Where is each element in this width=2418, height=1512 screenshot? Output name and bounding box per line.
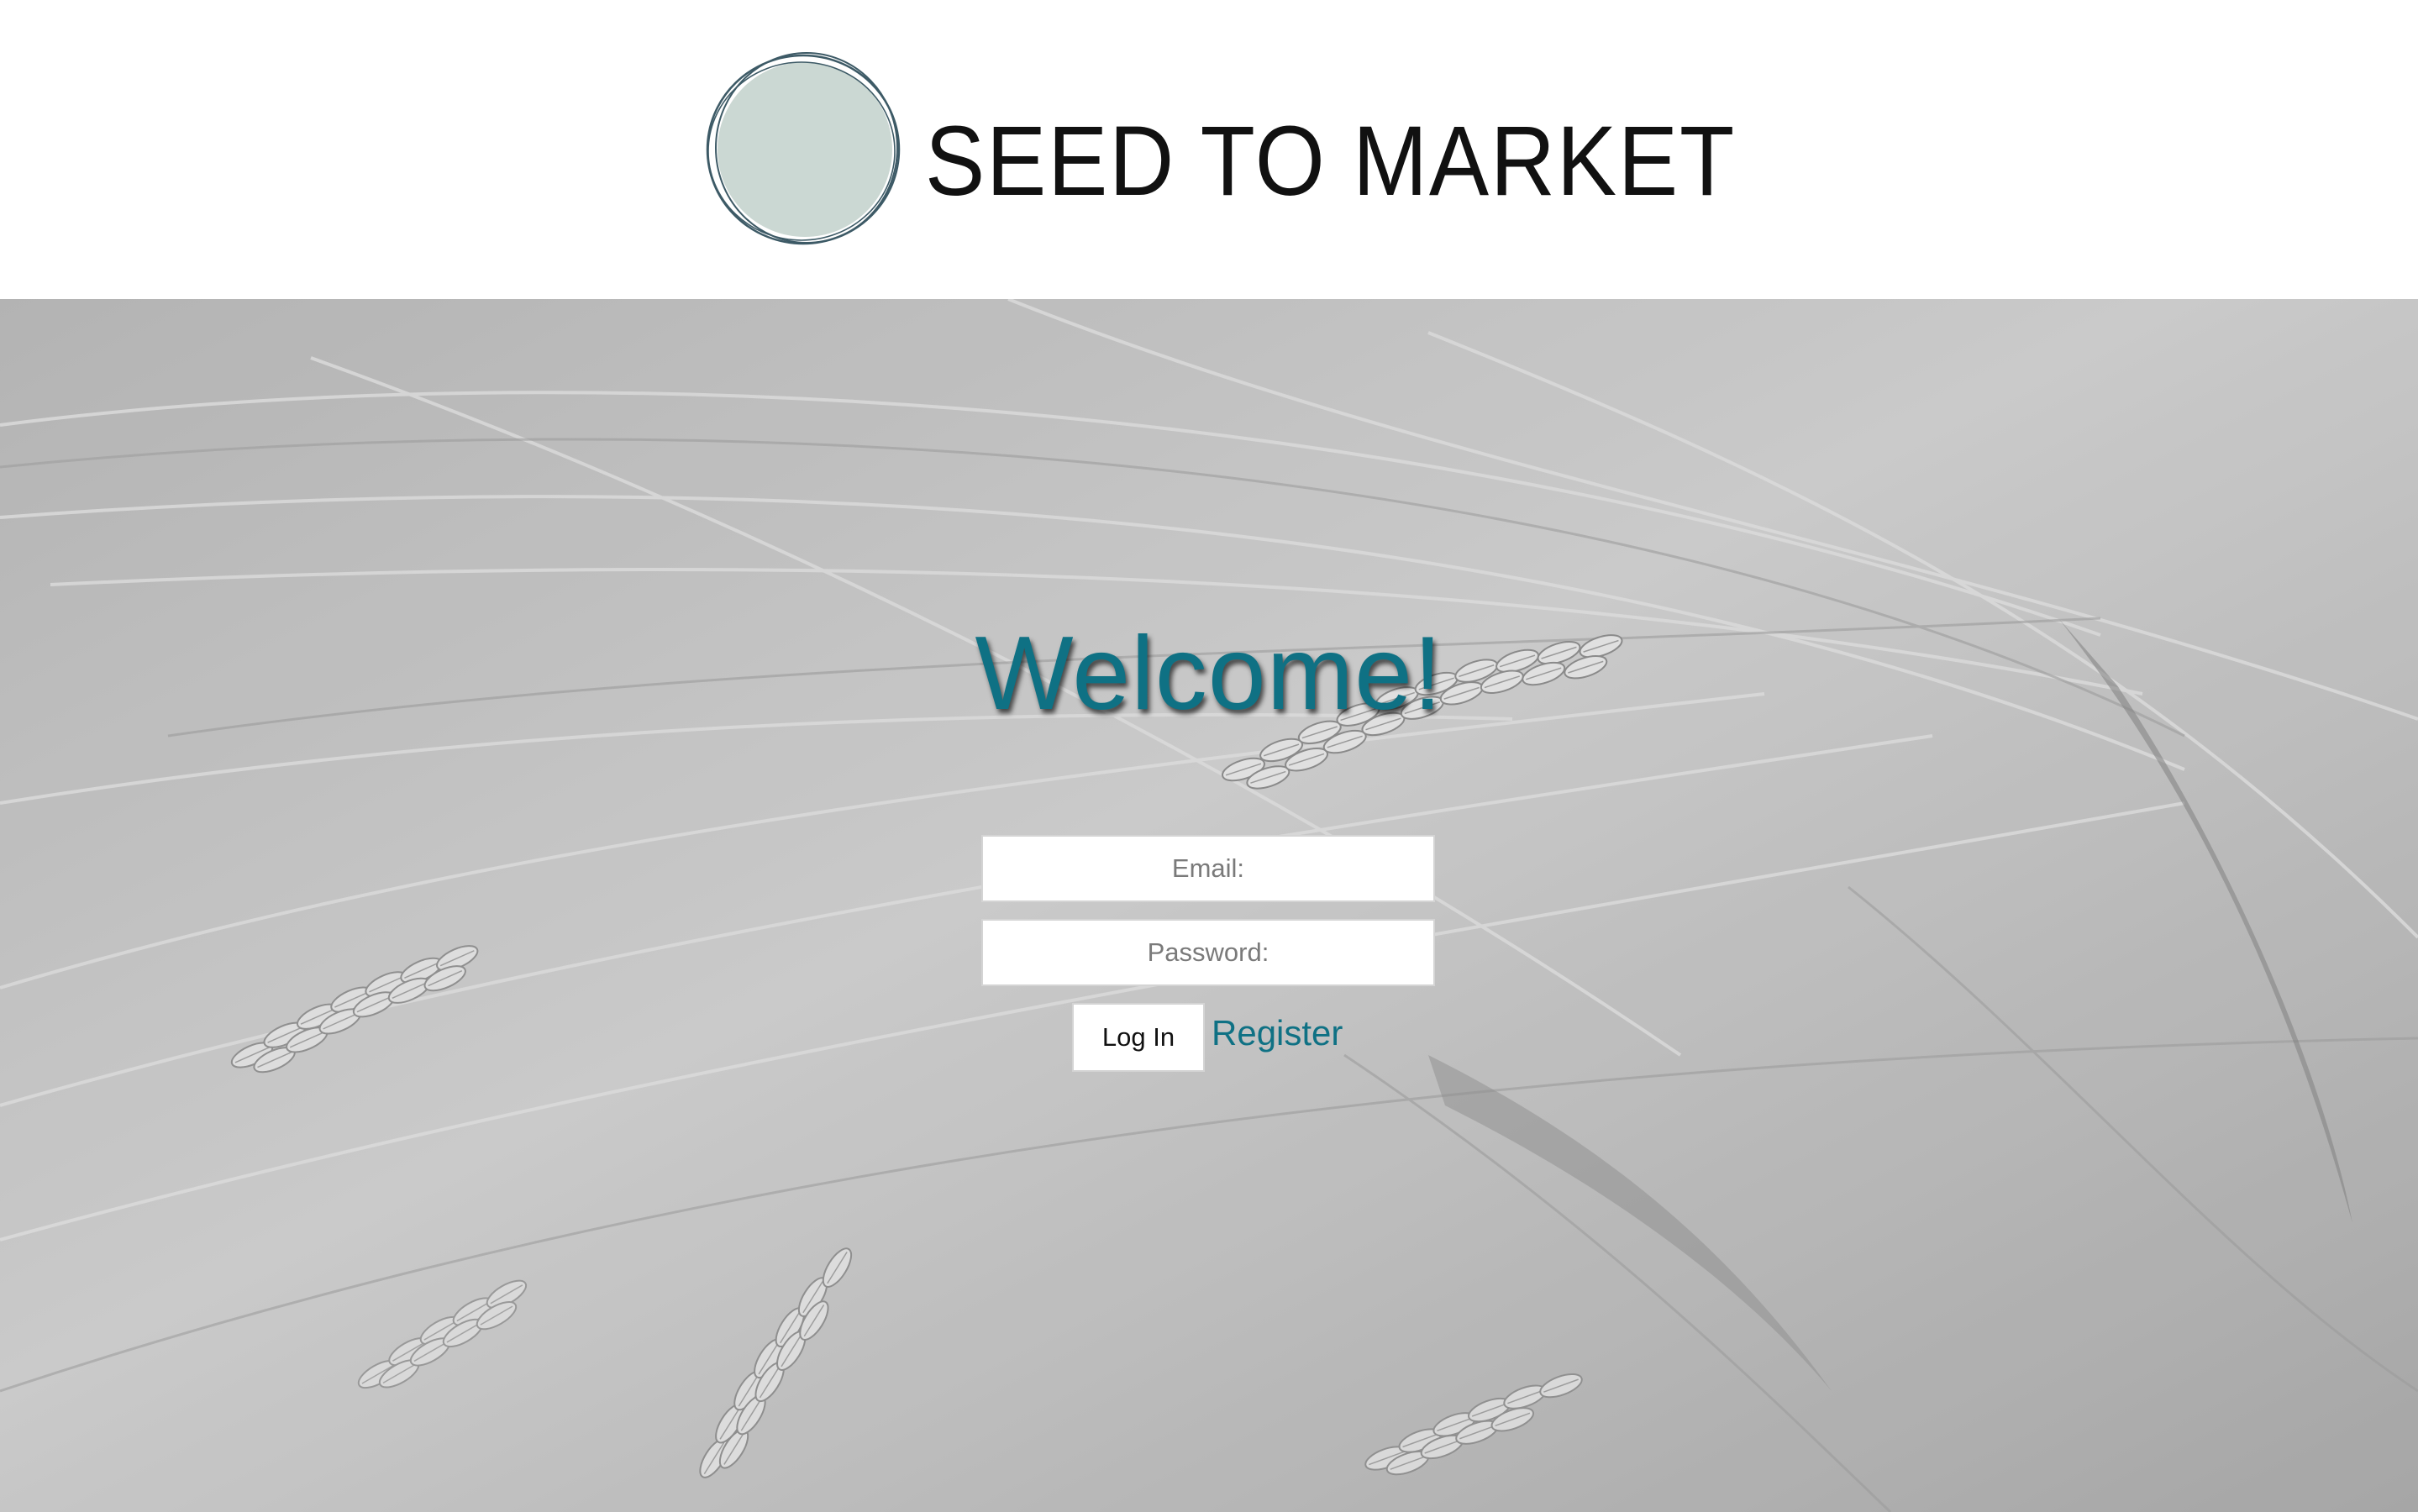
hero-section: Welcome! [0, 299, 2418, 1512]
logo-wordmark-text: SEED TO MARKET [925, 108, 1736, 208]
login-page: SEED TO MARKET Welcome! Email: Log In Re… [0, 0, 2418, 1512]
logo-circle-icon [706, 52, 901, 245]
email-field[interactable] [981, 835, 1435, 902]
wheat-background-image [0, 299, 2418, 1512]
site-logo[interactable]: SEED TO MARKET [702, 50, 1736, 249]
site-header: SEED TO MARKET [0, 0, 2418, 299]
register-link[interactable]: Register [1212, 1008, 1343, 1058]
welcome-heading: Welcome! [975, 616, 1443, 732]
password-field[interactable] [981, 919, 1435, 986]
login-button[interactable]: Log In [1072, 1003, 1205, 1072]
logo-wordmark: SEED TO MARKET [925, 108, 1736, 208]
